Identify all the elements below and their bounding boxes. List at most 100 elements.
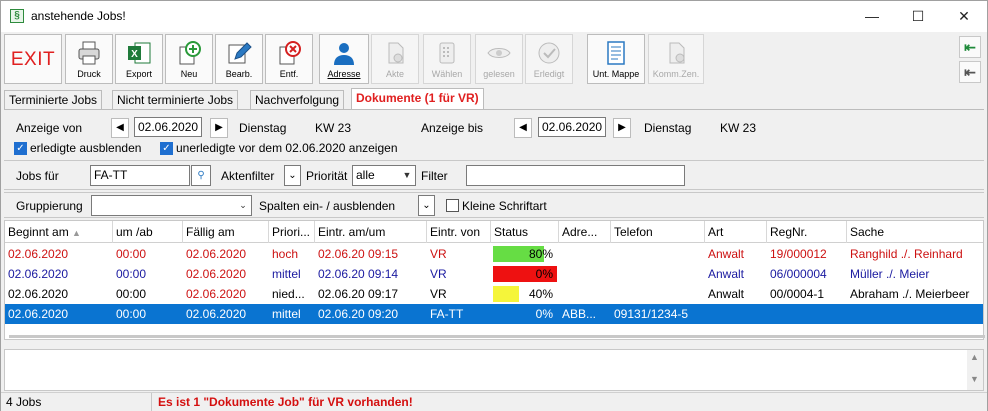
jobs-fuer-input[interactable]: FA-TT	[90, 165, 190, 186]
cell-sache: Abraham ./. Meierbeer	[850, 287, 970, 301]
col-um[interactable]: um /ab	[113, 221, 183, 243]
prev-to-date-button[interactable]: ◀	[514, 118, 532, 138]
minimize-button[interactable]: —	[849, 1, 895, 32]
entf-button[interactable]: Entf.	[265, 34, 313, 84]
chevron-down-icon: ⌄	[239, 200, 247, 210]
printer-icon	[78, 41, 100, 65]
main-window: § anstehende Jobs! — ☐ ✕ EXIT Druck X Ex…	[0, 0, 988, 411]
from-kw: KW 23	[315, 121, 352, 135]
person-icon	[334, 43, 354, 65]
tab-dokumente[interactable]: Dokumente (1 für VR)	[351, 88, 484, 109]
col-faellig[interactable]: Fällig am	[183, 221, 269, 243]
cell-eintr: 02.06.20 09:15	[318, 247, 399, 261]
hide-done-checkbox[interactable]: ✓	[14, 142, 27, 155]
cell-beginnt: 02.06.2020	[8, 307, 69, 321]
col-eintr-am[interactable]: Eintr. am/um	[315, 221, 427, 243]
tab-terminierte-jobs[interactable]: Terminierte Jobs	[4, 90, 103, 109]
cell-art	[705, 304, 767, 324]
dock-out-arrow-icon[interactable]: ⇤	[959, 61, 981, 83]
neu-button[interactable]: Neu	[165, 34, 213, 84]
dial-icon	[439, 42, 455, 64]
col-art[interactable]: Art	[705, 221, 767, 243]
col-prioritaet[interactable]: Priori...	[269, 221, 315, 243]
druck-button[interactable]: Druck	[65, 34, 113, 84]
title-bar: § anstehende Jobs! — ☐ ✕	[1, 1, 987, 32]
filter-label: Filter	[421, 169, 448, 183]
cell-telefon	[611, 264, 705, 284]
cell-faellig: 02.06.2020	[186, 287, 247, 301]
cell-telefon	[611, 284, 705, 304]
table-row[interactable]: 02.06.2020 00:00 02.06.2020 mittel 02.06.20 …	[5, 264, 983, 284]
comm-icon	[669, 42, 685, 64]
cell-telefon: 09131/1234-5	[614, 307, 689, 321]
cell-beginnt: 02.06.2020	[8, 267, 69, 281]
waehlen-button[interactable]: Wählen	[423, 34, 471, 84]
adresse-button[interactable]: Adresse	[319, 34, 369, 84]
vertical-scrollbar[interactable]: ▲ ▼	[967, 350, 983, 390]
aktenfilter-dropdown-icon[interactable]: ⌄	[284, 165, 301, 186]
search-icon[interactable]: ⚲	[191, 165, 211, 186]
scroll-down-icon[interactable]: ▼	[970, 374, 979, 384]
tab-nicht-terminierte-jobs[interactable]: Nicht terminierte Jobs	[112, 90, 239, 109]
file-icon	[388, 42, 404, 64]
cell-regnr: 06/000004	[770, 267, 827, 281]
col-eintr-von[interactable]: Eintr. von	[427, 221, 491, 243]
cell-regnr	[767, 304, 847, 324]
prioritaet-value: alle	[356, 168, 375, 182]
from-date-input[interactable]: 02.06.2020	[134, 117, 202, 137]
next-to-date-button[interactable]: ▶	[613, 118, 631, 138]
prev-from-date-button[interactable]: ◀	[111, 118, 129, 138]
cell-sache: Müller ./. Meier	[850, 267, 930, 281]
table-row[interactable]: 02.06.2020 00:00 02.06.2020 mittel 02.06.20 …	[5, 304, 983, 324]
cell-prio: nied...	[272, 287, 305, 301]
export-button[interactable]: X Export	[115, 34, 163, 84]
komm-zen-button[interactable]: Komm.Zen.	[648, 34, 704, 84]
unt-mappe-button[interactable]: Unt. Mappe	[587, 34, 645, 84]
cell-status: 80%	[528, 247, 553, 261]
col-adresse[interactable]: Adre...	[559, 221, 611, 243]
window-title: anstehende Jobs!	[31, 9, 126, 23]
cell-sache	[847, 304, 983, 324]
col-telefon[interactable]: Telefon	[611, 221, 705, 243]
tab-nachverfolgung[interactable]: Nachverfolgung	[250, 90, 345, 109]
table-row[interactable]: 02.06.2020 00:00 02.06.2020 hoch 02.06.20 09…	[5, 244, 983, 264]
cell-art: Anwalt	[708, 287, 745, 301]
col-regnr[interactable]: RegNr.	[767, 221, 847, 243]
dock-in-arrow-icon[interactable]: ⇤	[959, 36, 981, 58]
from-weekday: Dienstag	[239, 121, 287, 135]
kleine-schrift-checkbox[interactable]	[446, 199, 459, 212]
gruppierung-label: Gruppierung	[16, 199, 83, 213]
scroll-up-icon[interactable]: ▲	[970, 352, 979, 362]
status-divider	[151, 393, 152, 411]
erledigt-button[interactable]: Erledigt	[525, 34, 573, 84]
to-date-input[interactable]: 02.06.2020	[538, 117, 606, 137]
next-from-date-button[interactable]: ▶	[210, 118, 228, 138]
excel-icon: X	[128, 42, 151, 64]
col-beginnt[interactable]: Beginnt am ▲	[5, 221, 113, 243]
spalten-dropdown-icon[interactable]: ⌄	[418, 195, 435, 216]
gelesen-button[interactable]: gelesen	[475, 34, 523, 84]
status-bar: 4 Jobs Es ist 1 "Dokumente Job" für VR v…	[1, 392, 987, 411]
maximize-button[interactable]: ☐	[895, 1, 941, 32]
close-button[interactable]: ✕	[941, 1, 987, 32]
akte-button[interactable]: Akte	[371, 34, 419, 84]
cell-um: 00:00	[116, 267, 147, 281]
show-open-before-checkbox[interactable]: ✓	[160, 142, 173, 155]
folder-icon	[607, 41, 625, 65]
filter-input[interactable]	[466, 165, 685, 186]
memo-area[interactable]: ▲ ▼	[4, 349, 984, 391]
cell-adresse	[559, 264, 611, 284]
col-sache[interactable]: Sache	[847, 221, 983, 243]
table-row[interactable]: 02.06.2020 00:00 02.06.2020 nied... 02.06.20…	[5, 284, 983, 304]
cell-adresse: ABB...	[562, 307, 597, 321]
col-status[interactable]: Status	[491, 221, 559, 243]
sort-asc-icon: ▲	[72, 228, 81, 238]
prioritaet-select[interactable]: alle ▼	[352, 165, 416, 186]
horizontal-scrollbar[interactable]	[9, 335, 985, 338]
cell-von: VR	[430, 247, 447, 261]
gruppierung-select[interactable]: ⌄	[91, 195, 252, 216]
bearb-button[interactable]: Bearb.	[215, 34, 263, 84]
cell-um: 00:00	[116, 287, 147, 301]
status-message: Es ist 1 "Dokumente Job" für VR vorhande…	[158, 395, 413, 409]
exit-button[interactable]: EXIT	[4, 34, 62, 84]
